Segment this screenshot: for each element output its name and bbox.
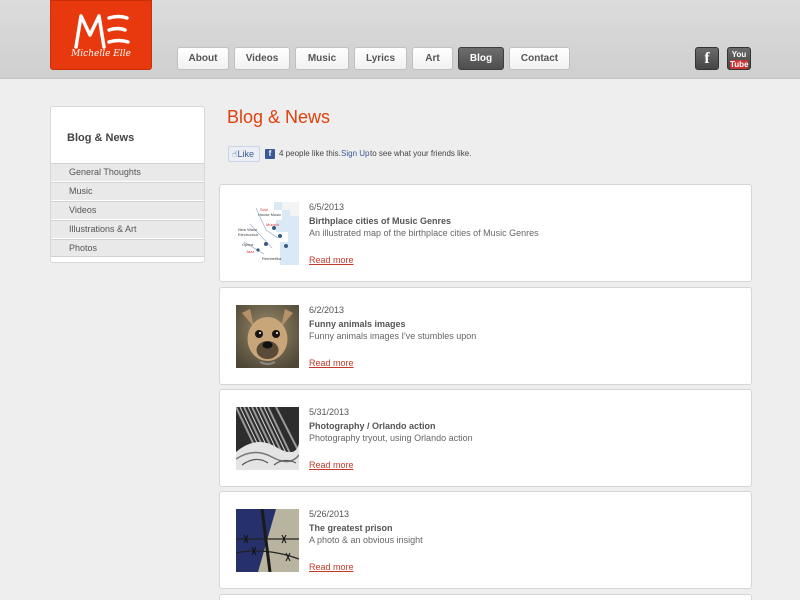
sidebar-item-videos[interactable]: Videos — [51, 201, 204, 219]
sidebar-item-music[interactable]: Music — [51, 182, 204, 200]
map-thumbnail-icon[interactable]: Soul House Music Munich New Wave Electro… — [236, 202, 299, 265]
post-description: Funny animals images I've stumbles upon — [309, 331, 477, 341]
sidebar-title: Blog & News — [67, 132, 135, 144]
like-count: 4 people like this. — [279, 149, 341, 158]
post-description: A photo & an obvious insight — [309, 535, 423, 545]
youtube-label-top: You — [731, 50, 747, 59]
svg-text:House Music: House Music — [258, 212, 281, 217]
sidebar-item-illustrations-art[interactable]: Illustrations & Art — [51, 220, 204, 238]
sidebar: Blog & News General Thoughts Music Video… — [50, 106, 205, 263]
read-more-link[interactable]: Read more — [309, 255, 354, 265]
like-button-label: Like — [237, 149, 254, 159]
header-bar: Michelle Elle About Videos Music Lyrics … — [0, 0, 800, 79]
post-date: 6/5/2013 — [309, 202, 345, 212]
read-more-link[interactable]: Read more — [309, 358, 354, 368]
post-description: An illustrated map of the birthplace cit… — [309, 228, 539, 238]
post-date: 5/26/2013 — [309, 509, 350, 519]
nav-blog[interactable]: Blog — [458, 47, 504, 70]
svg-text:Electronica: Electronica — [238, 232, 259, 237]
post-title[interactable]: The greatest prison — [309, 523, 393, 533]
blog-post-card-partial — [219, 594, 752, 600]
signup-link[interactable]: Sign Up — [341, 149, 369, 158]
sidebar-item-general-thoughts[interactable]: General Thoughts — [51, 163, 204, 181]
read-more-link[interactable]: Read more — [309, 562, 354, 572]
svg-text:Jazz: Jazz — [246, 249, 254, 254]
abstract-photo-thumbnail-icon[interactable] — [236, 407, 299, 470]
facebook-small-icon: f — [265, 149, 275, 159]
logo-name: Michelle Elle — [71, 49, 131, 59]
post-title[interactable]: Funny animals images — [309, 319, 406, 329]
nav-videos[interactable]: Videos — [234, 47, 290, 70]
post-date: 6/2/2013 — [309, 305, 345, 315]
post-description: Photography tryout, using Orlando action — [309, 433, 473, 443]
nav-lyrics[interactable]: Lyrics — [354, 47, 407, 70]
youtube-label-bottom: Tube — [730, 60, 749, 69]
page-title: Blog & News — [227, 107, 331, 127]
svg-text:Rembetika: Rembetika — [262, 256, 282, 261]
blog-post-card: 6/2/2013 Funny animals images Funny anim… — [219, 287, 752, 385]
dog-thumbnail-icon[interactable] — [236, 305, 299, 368]
youtube-icon[interactable]: You Tube — [727, 47, 751, 70]
post-title[interactable]: Birthplace cities of Music Genres — [309, 216, 451, 226]
post-title[interactable]: Photography / Orlando action — [309, 421, 436, 431]
read-more-link[interactable]: Read more — [309, 460, 354, 470]
blog-post-card: 5/31/2013 Photography / Orlando action P… — [219, 389, 752, 487]
blog-post-card: Soul House Music Munich New Wave Electro… — [219, 184, 752, 282]
svg-text:Opera: Opera — [242, 242, 254, 247]
sidebar-item-photos[interactable]: Photos — [51, 239, 204, 257]
nav-about[interactable]: About — [177, 47, 229, 70]
site-logo[interactable]: Michelle Elle — [50, 0, 152, 70]
svg-text:Munich: Munich — [266, 222, 279, 227]
like-rest-text: to see what your friends like. — [370, 149, 472, 158]
barbed-wire-thumbnail-icon[interactable] — [236, 509, 299, 572]
nav-contact[interactable]: Contact — [509, 47, 570, 70]
me-monogram-icon — [74, 14, 130, 49]
facebook-icon[interactable]: f — [695, 47, 719, 70]
blog-post-card: 5/26/2013 The greatest prison A photo & … — [219, 491, 752, 589]
nav-music[interactable]: Music — [295, 47, 349, 70]
nav-art[interactable]: Art — [412, 47, 453, 70]
post-date: 5/31/2013 — [309, 407, 350, 417]
like-button[interactable]: ☝Like — [228, 146, 260, 162]
